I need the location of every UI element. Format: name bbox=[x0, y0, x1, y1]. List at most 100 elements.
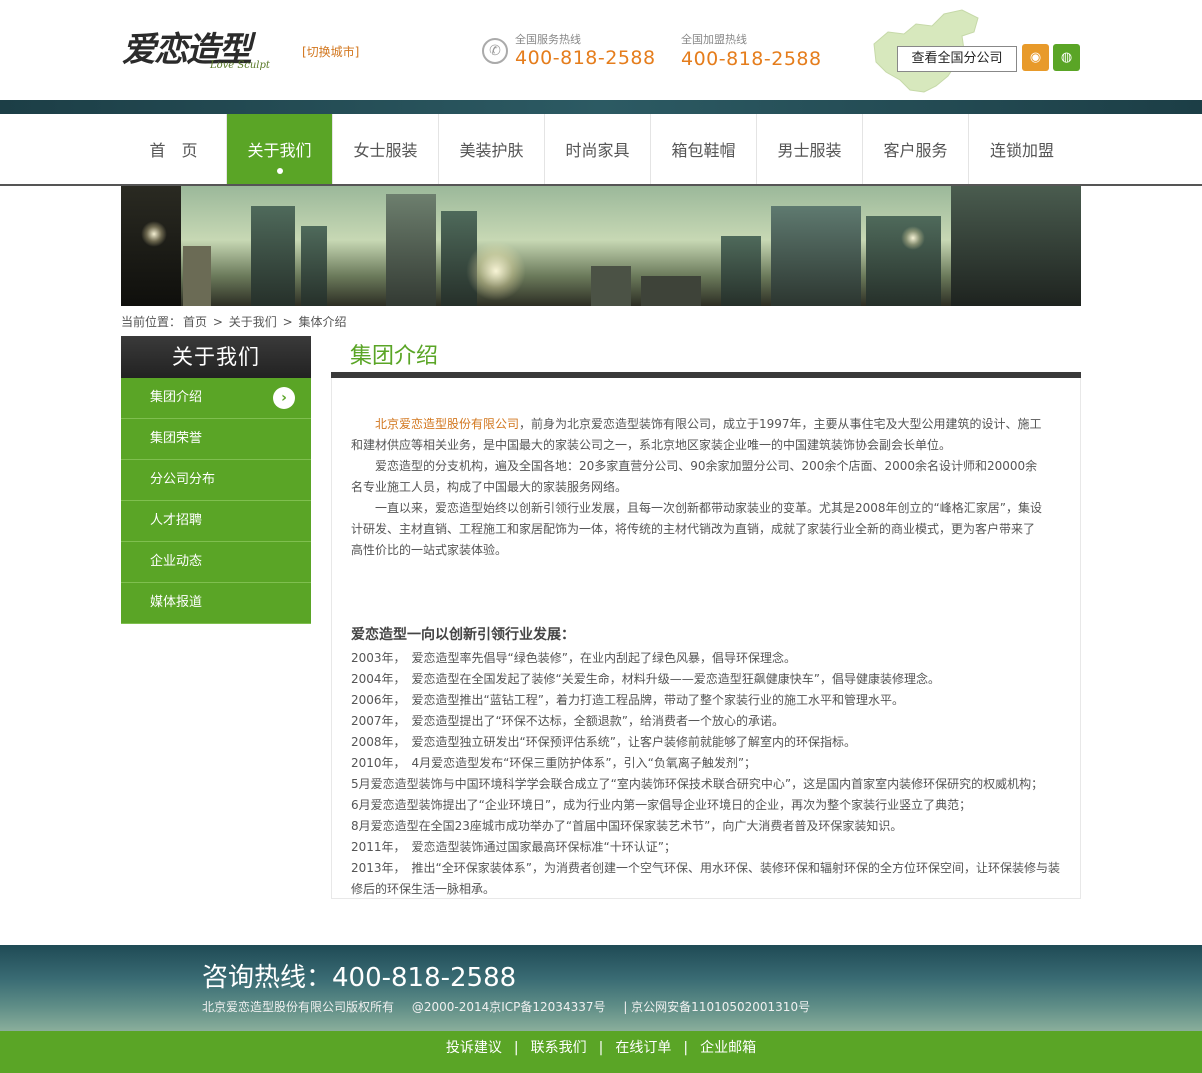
breadcrumb-separator: > bbox=[282, 315, 293, 329]
breadcrumb: 当前位置： 首页 > 关于我们 > 集体介绍 bbox=[121, 313, 349, 330]
sidebar-item-5[interactable]: 媒体报道 bbox=[121, 583, 311, 624]
sidebar-item-3[interactable]: 人才招聘 bbox=[121, 501, 311, 542]
service-hotline-number: 400-818-2588 bbox=[515, 47, 656, 69]
sidebar-item-label: 企业动态 bbox=[150, 554, 203, 569]
nav-item-3[interactable]: 美装护肤 bbox=[439, 114, 545, 184]
banner-shape bbox=[721, 236, 761, 306]
site-header: 爱恋造型 Love Sculpt [切换城市] ✆ 全国服务热线 400-818… bbox=[0, 0, 1202, 100]
innovation-paragraph: 一直以来，爱恋造型始终以创新引领行业发展，且每一次创新都带动家装业的变革。尤其是… bbox=[351, 501, 1042, 557]
timeline-item: 2003年， 爱恋造型率先倡导“绿色装修”，在业内刮起了绿色风暴，倡导环保理念。 bbox=[351, 651, 796, 665]
banner-shape bbox=[183, 246, 211, 306]
nav-item-4[interactable]: 时尚家具 bbox=[545, 114, 651, 184]
chevron-right-icon: › bbox=[273, 387, 295, 409]
sidebar-item-label: 集团荣誉 bbox=[150, 431, 203, 446]
footer-links: 投诉建议 | 联系我们 | 在线订单 | 企业邮箱 bbox=[0, 1031, 1202, 1065]
sidebar-item-label: 人才招聘 bbox=[150, 513, 203, 528]
logo-subtitle: Love Sculpt bbox=[210, 60, 270, 71]
main-content: 集团介绍 北京爱恋造型股份有限公司，前身为北京爱恋造型装饰有限公司，成立于199… bbox=[331, 336, 1081, 899]
banner-shape bbox=[141, 221, 167, 247]
footer-link-2[interactable]: 在线订单 bbox=[615, 1040, 671, 1056]
nav-item-0[interactable]: 首 页 bbox=[121, 114, 227, 184]
footer-link-1[interactable]: 联系我们 bbox=[531, 1040, 587, 1056]
nav-list: 首 页 关于我们 女士服装 美装护肤 时尚家具 箱包鞋帽 男士服装 客户服务 连锁加盟 bbox=[121, 114, 1075, 184]
nav-item-label: 女士服装 bbox=[353, 141, 418, 160]
breadcrumb-item-home[interactable]: 首页 bbox=[183, 315, 207, 329]
view-branches-button[interactable]: 查看全国分公司 bbox=[897, 46, 1017, 72]
service-hotline-label: 全国服务热线 bbox=[515, 33, 581, 46]
timeline-item: 6月爱恋造型装饰提出了“企业环境日”，成为行业内第一家倡导企业环境日的企业，再次… bbox=[351, 798, 972, 812]
content-body: 北京爱恋造型股份有限公司，前身为北京爱恋造型装饰有限公司，成立于1997年，主要… bbox=[331, 378, 1081, 899]
nav-item-label: 关于我们 bbox=[247, 141, 312, 160]
police-record-text: | 京公网安备11010502001310号 bbox=[623, 1000, 811, 1014]
nav-item-2[interactable]: 女士服装 bbox=[333, 114, 439, 184]
footer-links-bar: 投诉建议 | 联系我们 | 在线订单 | 企业邮箱 bbox=[0, 1031, 1202, 1073]
footer-link-separator: | bbox=[513, 1040, 519, 1056]
sidebar-item-0[interactable]: 集团介绍 › bbox=[121, 378, 311, 419]
timeline-item: 8月爱恋造型在全国23座城市成功举办了“首届中国环保家装艺术节”，向广大消费者普… bbox=[351, 819, 903, 833]
sidebar-item-2[interactable]: 分公司分布 bbox=[121, 460, 311, 501]
banner-shape bbox=[466, 241, 526, 301]
breadcrumb-separator: > bbox=[212, 315, 223, 329]
timeline-item: 5月爱恋造型装饰与中国环境科学学会联合成立了“室内装饰环保技术联合研究中心”，这… bbox=[351, 777, 1044, 791]
sidebar-item-label: 集团介绍 bbox=[150, 390, 203, 405]
footer-link-0[interactable]: 投诉建议 bbox=[446, 1040, 502, 1056]
nav-item-5[interactable]: 箱包鞋帽 bbox=[651, 114, 757, 184]
site-footer: 咨询热线：400-818-2588 北京爱恋造型股份有限公司版权所有 @2000… bbox=[0, 945, 1202, 1031]
nav-item-8[interactable]: 连锁加盟 bbox=[969, 114, 1075, 184]
banner-shape bbox=[641, 276, 701, 306]
icp-text: @2000-2014京ICP备12034337号 bbox=[411, 1000, 606, 1014]
copyright-text: 北京爱恋造型股份有限公司版权所有 bbox=[202, 1000, 395, 1014]
nav-item-label: 美装护肤 bbox=[459, 141, 524, 160]
timeline-list: 2003年， 爱恋造型率先倡导“绿色装修”，在业内刮起了绿色风暴，倡导环保理念。… bbox=[351, 648, 1061, 900]
breadcrumb-item-current: 集体介绍 bbox=[298, 315, 347, 329]
nav-item-6[interactable]: 男士服装 bbox=[757, 114, 863, 184]
nav-item-label: 箱包鞋帽 bbox=[671, 141, 736, 160]
sidebar-title: 关于我们 bbox=[121, 336, 311, 378]
network-paragraph: 爱恋造型的分支机构，遍及全国各地：20多家直营分公司、90余家加盟分公司、200… bbox=[351, 459, 1038, 494]
banner-shape bbox=[386, 194, 436, 306]
switch-city-link[interactable]: [切换城市] bbox=[302, 43, 359, 60]
wechat-icon[interactable]: ◍ bbox=[1053, 44, 1080, 71]
sidebar-item-1[interactable]: 集团荣誉 bbox=[121, 419, 311, 460]
banner-shape bbox=[251, 206, 295, 306]
sidebar-list: 集团介绍 › 集团荣誉分公司分布人才招聘企业动态媒体报道 bbox=[121, 378, 311, 624]
timeline-item: 2004年， 爱恋造型在全国发起了装修“关爱生命，材料升级——爱恋造型狂飙健康快… bbox=[351, 672, 940, 686]
sidebar-item-label: 媒体报道 bbox=[150, 595, 203, 610]
footer-link-separator: | bbox=[683, 1040, 689, 1056]
nav-item-label: 连锁加盟 bbox=[989, 141, 1054, 160]
nav-item-7[interactable]: 客户服务 bbox=[863, 114, 969, 184]
franchise-hotline-label: 全国加盟热线 bbox=[681, 33, 747, 46]
footer-hotline: 咨询热线：400-818-2588 bbox=[202, 963, 517, 993]
page-title: 集团介绍 bbox=[350, 344, 439, 369]
main-nav: 首 页 关于我们 女士服装 美装护肤 时尚家具 箱包鞋帽 男士服装 客户服务 连锁加盟 bbox=[0, 114, 1202, 186]
banner-shape bbox=[591, 266, 631, 306]
nav-item-label: 时尚家具 bbox=[565, 141, 630, 160]
banner-shape bbox=[901, 226, 925, 250]
nav-item-1[interactable]: 关于我们 bbox=[227, 114, 333, 184]
footer-link-3[interactable]: 企业邮箱 bbox=[700, 1040, 756, 1056]
phone-icon: ✆ bbox=[482, 38, 508, 64]
banner-shape bbox=[301, 226, 327, 306]
sidebar-item-4[interactable]: 企业动态 bbox=[121, 542, 311, 583]
sidebar: 关于我们 集团介绍 › 集团荣誉分公司分布人才招聘企业动态媒体报道 bbox=[121, 336, 311, 624]
timeline-item: 2010年， 4月爱恋造型发布“环保三重防护体系”，引入“负氧离子触发剂”； bbox=[351, 756, 757, 770]
banner-shape bbox=[771, 206, 861, 306]
timeline-item: 2013年， 推出“全环保家装体系”，为消费者创建一个空气环保、用水环保、装修环… bbox=[351, 861, 1060, 896]
company-name: 北京爱恋造型股份有限公司 bbox=[375, 417, 520, 431]
franchise-hotline-number: 400-818-2588 bbox=[681, 48, 822, 70]
footer-copyright: 北京爱恋造型股份有限公司版权所有 @2000-2014京ICP备12034337… bbox=[202, 998, 824, 1015]
timeline-heading: 爱恋造型一向以创新引领行业发展： bbox=[351, 627, 575, 643]
footer-link-separator: | bbox=[598, 1040, 604, 1056]
active-indicator-dot bbox=[276, 168, 283, 174]
nav-item-label: 男士服装 bbox=[777, 141, 842, 160]
timeline-item: 2011年， 爱恋造型装饰通过国家最高环保标准“十环认证”； bbox=[351, 840, 676, 854]
intro-paragraph: 北京爱恋造型股份有限公司，前身为北京爱恋造型装饰有限公司，成立于1997年，主要… bbox=[351, 414, 1046, 456]
nav-item-label: 客户服务 bbox=[883, 141, 948, 160]
header-divider-bar bbox=[0, 100, 1202, 114]
site-logo[interactable]: 爱恋造型 Love Sculpt bbox=[122, 22, 292, 76]
weibo-icon[interactable]: ◉ bbox=[1022, 44, 1049, 71]
nav-item-label: 首 页 bbox=[149, 141, 198, 160]
sidebar-item-label: 分公司分布 bbox=[150, 472, 216, 487]
timeline-item: 2008年， 爱恋造型独立研发出“环保预评估系统”，让客户装修前就能够了解室内的… bbox=[351, 735, 856, 749]
breadcrumb-item-about[interactable]: 关于我们 bbox=[229, 315, 277, 329]
